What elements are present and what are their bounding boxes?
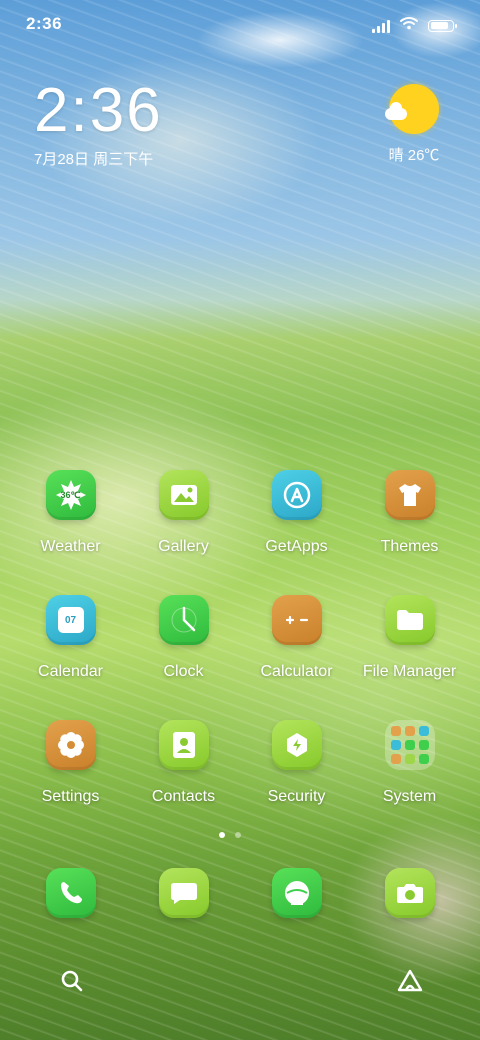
folder-icon: [384, 595, 435, 645]
app-security[interactable]: Security: [240, 720, 353, 806]
app-label: System: [382, 788, 437, 805]
widget-time: 2:36: [34, 76, 163, 145]
contacts-icon: [158, 720, 209, 770]
widget-date: 7月28日 周三下午: [34, 151, 154, 168]
app-clock[interactable]: Clock: [127, 595, 240, 681]
status-icons: [372, 16, 457, 35]
dock-phone[interactable]: [14, 868, 127, 918]
app-label: Gallery: [158, 538, 209, 555]
app-calculator[interactable]: Calculator: [240, 595, 353, 681]
browser-icon: [271, 868, 322, 918]
dock-camera[interactable]: [353, 868, 466, 918]
app-label: Security: [267, 788, 326, 805]
dock-browser[interactable]: [240, 868, 353, 918]
getapps-icon: [271, 470, 322, 520]
calculator-icon: [271, 595, 322, 645]
signal-icon: [372, 19, 390, 33]
tshirt-icon: [384, 470, 435, 520]
weather-text: 晴 26℃: [388, 147, 440, 164]
wifi-icon: [400, 16, 418, 35]
app-getapps[interactable]: GetApps: [240, 470, 353, 556]
app-label: Clock: [163, 663, 204, 680]
weather-app-icon: 36℃: [45, 470, 96, 520]
phone-icon: [45, 868, 96, 918]
app-system-folder[interactable]: System: [353, 720, 466, 806]
app-calendar[interactable]: 07 Calendar: [14, 595, 127, 681]
app-weather[interactable]: 36℃ Weather: [14, 470, 127, 556]
app-themes[interactable]: Themes: [353, 470, 466, 556]
message-icon: [158, 868, 209, 918]
clock-icon: [158, 595, 209, 645]
app-contacts[interactable]: Contacts: [127, 720, 240, 806]
status-bar: 2:36: [0, 0, 480, 48]
weather-widget[interactable]: 晴 26℃: [384, 84, 444, 165]
app-label: Contacts: [151, 788, 216, 805]
dock-messages[interactable]: [127, 868, 240, 918]
camera-icon: [384, 868, 435, 918]
app-label: Themes: [380, 538, 439, 555]
app-label: GetApps: [265, 538, 328, 555]
assistant-icon[interactable]: [395, 966, 425, 996]
app-label: Weather: [40, 538, 101, 555]
app-label: File Manager: [362, 663, 457, 680]
folder-preview-icon: [384, 720, 435, 770]
gallery-icon: [158, 470, 209, 520]
app-label: Calendar: [38, 663, 103, 680]
app-label: Calculator: [260, 663, 333, 680]
calendar-icon: 07: [45, 595, 96, 645]
status-time: 2:36: [26, 14, 63, 33]
page-dot: [235, 832, 241, 838]
calendar-icon-date: 07: [57, 607, 84, 633]
security-shield-icon: [271, 720, 322, 770]
app-file-manager[interactable]: File Manager: [353, 595, 466, 681]
settings-flower-icon: [45, 720, 96, 770]
search-icon[interactable]: [57, 966, 87, 996]
sunny-icon: [385, 84, 439, 134]
app-label: Settings: [41, 788, 100, 805]
app-gallery[interactable]: Gallery: [127, 470, 240, 556]
page-indicator: [219, 832, 241, 838]
page-dot-active: [219, 832, 225, 838]
app-settings[interactable]: Settings: [14, 720, 127, 806]
weather-icon-temp: 36℃: [60, 489, 81, 500]
battery-icon: [428, 19, 457, 32]
clock-widget[interactable]: 2:36 7月28日 周三下午: [34, 80, 163, 169]
